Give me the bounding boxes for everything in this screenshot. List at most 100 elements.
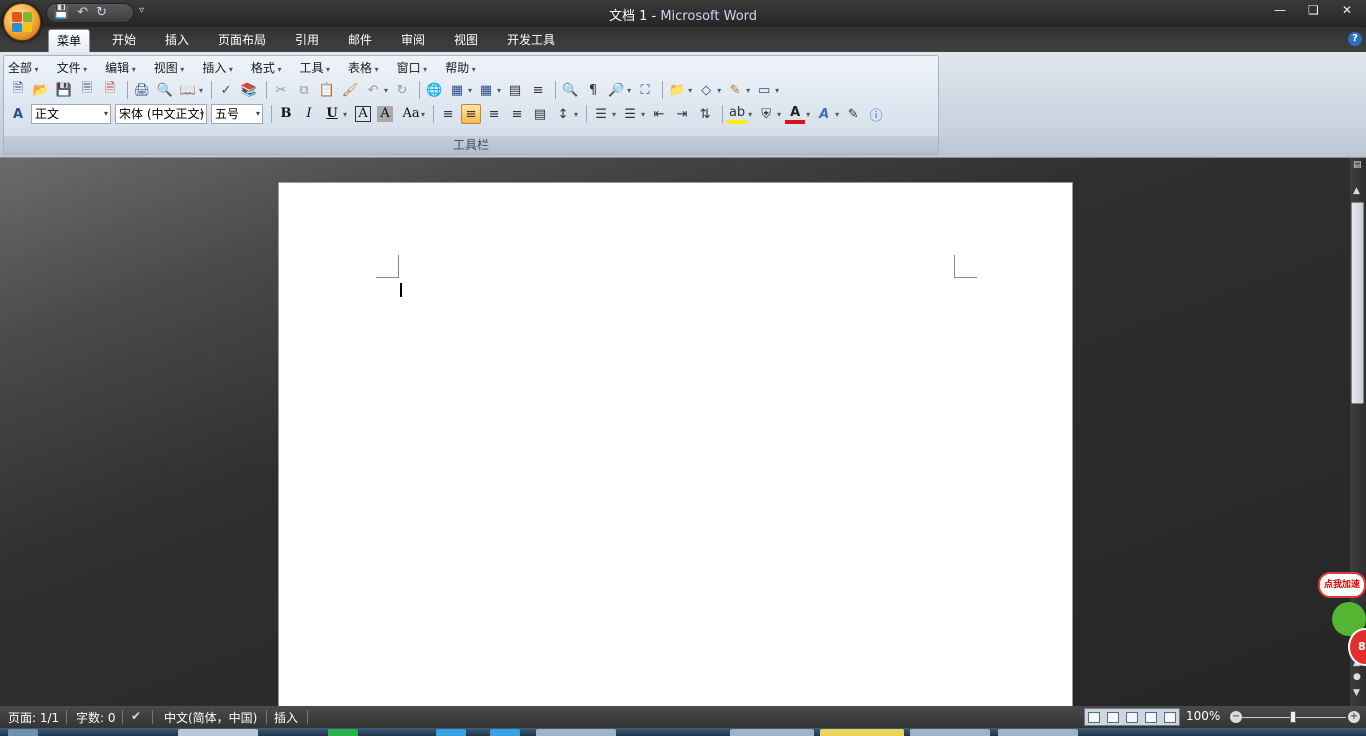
cut-icon[interactable]: ✂ [271,80,291,100]
font-combo[interactable]: 宋体 (中文正文) [115,104,207,124]
change-case-button[interactable]: Aa [399,104,423,124]
style-combo[interactable]: 正文 [31,104,111,124]
hyperlink-icon[interactable]: 🌐 [424,80,444,100]
format-painter-icon[interactable]: 🖌 [340,80,360,100]
reading-layout-icon[interactable]: 📖 [178,80,198,100]
document-map-icon[interactable]: 🔍 [560,80,580,100]
spelling-icon[interactable]: ✓ [216,80,236,100]
taskbar-item[interactable] [730,729,814,736]
char-shading-button[interactable]: A [377,106,394,122]
chevron-down-icon[interactable]: ▾ [688,86,692,95]
maximize-button[interactable]: ❑ [1308,3,1319,17]
show-formatting-icon[interactable]: ≡ [528,80,548,100]
scrollbar-thumb[interactable] [1351,202,1364,404]
chevron-down-icon[interactable]: ▾ [468,86,472,95]
chevron-down-icon[interactable]: ▾ [497,86,501,95]
chevron-down-icon[interactable]: ▾ [641,110,645,119]
tab-menu[interactable]: 菜单 [48,29,91,52]
taskbar-item[interactable] [536,729,616,736]
sort-icon[interactable]: ⇅ [695,104,715,124]
print-preview-icon[interactable]: 🔍 [155,80,175,100]
numbering-icon[interactable]: ☰ [591,104,611,124]
highlight-icon[interactable]: ab [727,104,748,124]
chevron-down-icon[interactable]: ▾ [835,110,839,119]
chevron-down-icon[interactable]: ▾ [343,110,347,119]
chevron-down-icon[interactable]: ▾ [199,86,203,95]
undo-icon[interactable]: ↶ [363,80,383,100]
chevron-down-icon[interactable]: ▾ [777,110,781,119]
decrease-indent-icon[interactable]: ⇤ [649,104,669,124]
print-layout-view-button[interactable] [1088,711,1101,723]
proofing-icon[interactable]: ✔ [131,709,141,723]
draft-view-button[interactable] [1163,711,1176,723]
full-screen-icon[interactable]: ⛶ [635,80,655,100]
zoom-in-icon[interactable]: + [1348,711,1360,723]
copy-icon[interactable]: ⧉ [294,80,314,100]
styles-icon[interactable]: A [8,104,28,124]
zoom-out-icon[interactable]: − [1230,711,1242,723]
tab-insert[interactable]: 插入 [157,29,197,52]
columns-icon[interactable]: ▤ [505,80,525,100]
paste-icon[interactable]: 📋 [317,80,337,100]
taskbar-item[interactable] [328,729,358,736]
menu-table[interactable]: 表格 [348,60,379,76]
tab-review[interactable]: 审阅 [393,29,433,52]
word-count[interactable]: 字数: 0 [76,709,116,726]
shading-icon[interactable]: ⛨ [756,104,776,124]
shapes-icon[interactable]: ◇ [696,80,716,100]
justify-icon[interactable]: ≡ [507,104,527,124]
chevron-down-icon[interactable]: ▾ [627,86,631,95]
redo-icon[interactable]: ↻ [392,80,412,100]
chevron-down-icon[interactable]: ▾ [421,110,425,119]
next-page-icon[interactable]: ▼ [1353,688,1360,698]
menu-window[interactable]: 窗口 [397,60,428,76]
bold-button[interactable]: B [276,104,296,124]
chevron-down-icon[interactable]: ▾ [612,110,616,119]
research-icon[interactable]: 📚 [239,80,259,100]
chevron-down-icon[interactable]: ▾ [746,86,750,95]
zoom-slider[interactable]: − + [1230,711,1360,723]
chevron-down-icon[interactable]: ▾ [806,110,810,119]
taskbar-item[interactable] [820,729,904,736]
tab-view[interactable]: 视图 [446,29,486,52]
font-size-combo[interactable]: 五号 [211,104,263,124]
align-left-icon[interactable]: ≡ [438,104,458,124]
phonetic-guide-icon[interactable]: ✎ [843,104,863,124]
tab-developer[interactable]: 开发工具 [499,29,563,52]
web-layout-view-button[interactable] [1125,711,1138,723]
zoom-knob[interactable] [1290,711,1296,723]
scroll-up-icon[interactable]: ▲ [1353,186,1360,196]
insert-mode-indicator[interactable]: 插入 [274,709,298,726]
accelerate-label[interactable]: 点我加速 [1318,572,1366,598]
borders-icon[interactable]: ▦ [447,80,467,100]
distributed-icon[interactable]: ▤ [530,104,550,124]
tab-mailings[interactable]: 邮件 [340,29,380,52]
menu-format[interactable]: 格式 [251,60,282,76]
menu-view[interactable]: 视图 [154,60,185,76]
menu-help[interactable]: 帮助 [445,60,476,76]
bullets-icon[interactable]: ☰ [620,104,640,124]
help-circle-icon[interactable]: ⓘ [866,104,886,124]
zoom-level[interactable]: 100% [1186,709,1220,723]
increase-indent-icon[interactable]: ⇥ [672,104,692,124]
menu-insert[interactable]: 插入 [202,60,233,76]
open-folder-icon[interactable]: 📂 [31,80,51,100]
chevron-down-icon[interactable]: ▾ [384,86,388,95]
language-indicator[interactable]: 中文(简体，中国) [164,709,257,726]
permission-icon[interactable]: 🗏 [77,80,97,100]
taskbar-item[interactable] [910,729,990,736]
align-right-icon[interactable]: ≡ [484,104,504,124]
tab-home[interactable]: 开始 [104,29,144,52]
minimize-button[interactable]: — [1274,3,1286,17]
close-button[interactable]: ✕ [1342,3,1352,17]
tab-references[interactable]: 引用 [287,29,327,52]
taskbar-item[interactable] [998,729,1078,736]
ruler-toggle-icon[interactable]: ▤ [1353,160,1362,170]
outline-view-button[interactable] [1144,711,1157,723]
document-page[interactable] [278,182,1073,706]
browse-object-icon[interactable]: ● [1353,672,1361,682]
underline-button[interactable]: U [322,104,342,124]
char-border-button[interactable]: A [355,106,372,122]
chevron-down-icon[interactable]: ▾ [748,110,752,119]
font-color-icon[interactable]: A [785,104,806,124]
